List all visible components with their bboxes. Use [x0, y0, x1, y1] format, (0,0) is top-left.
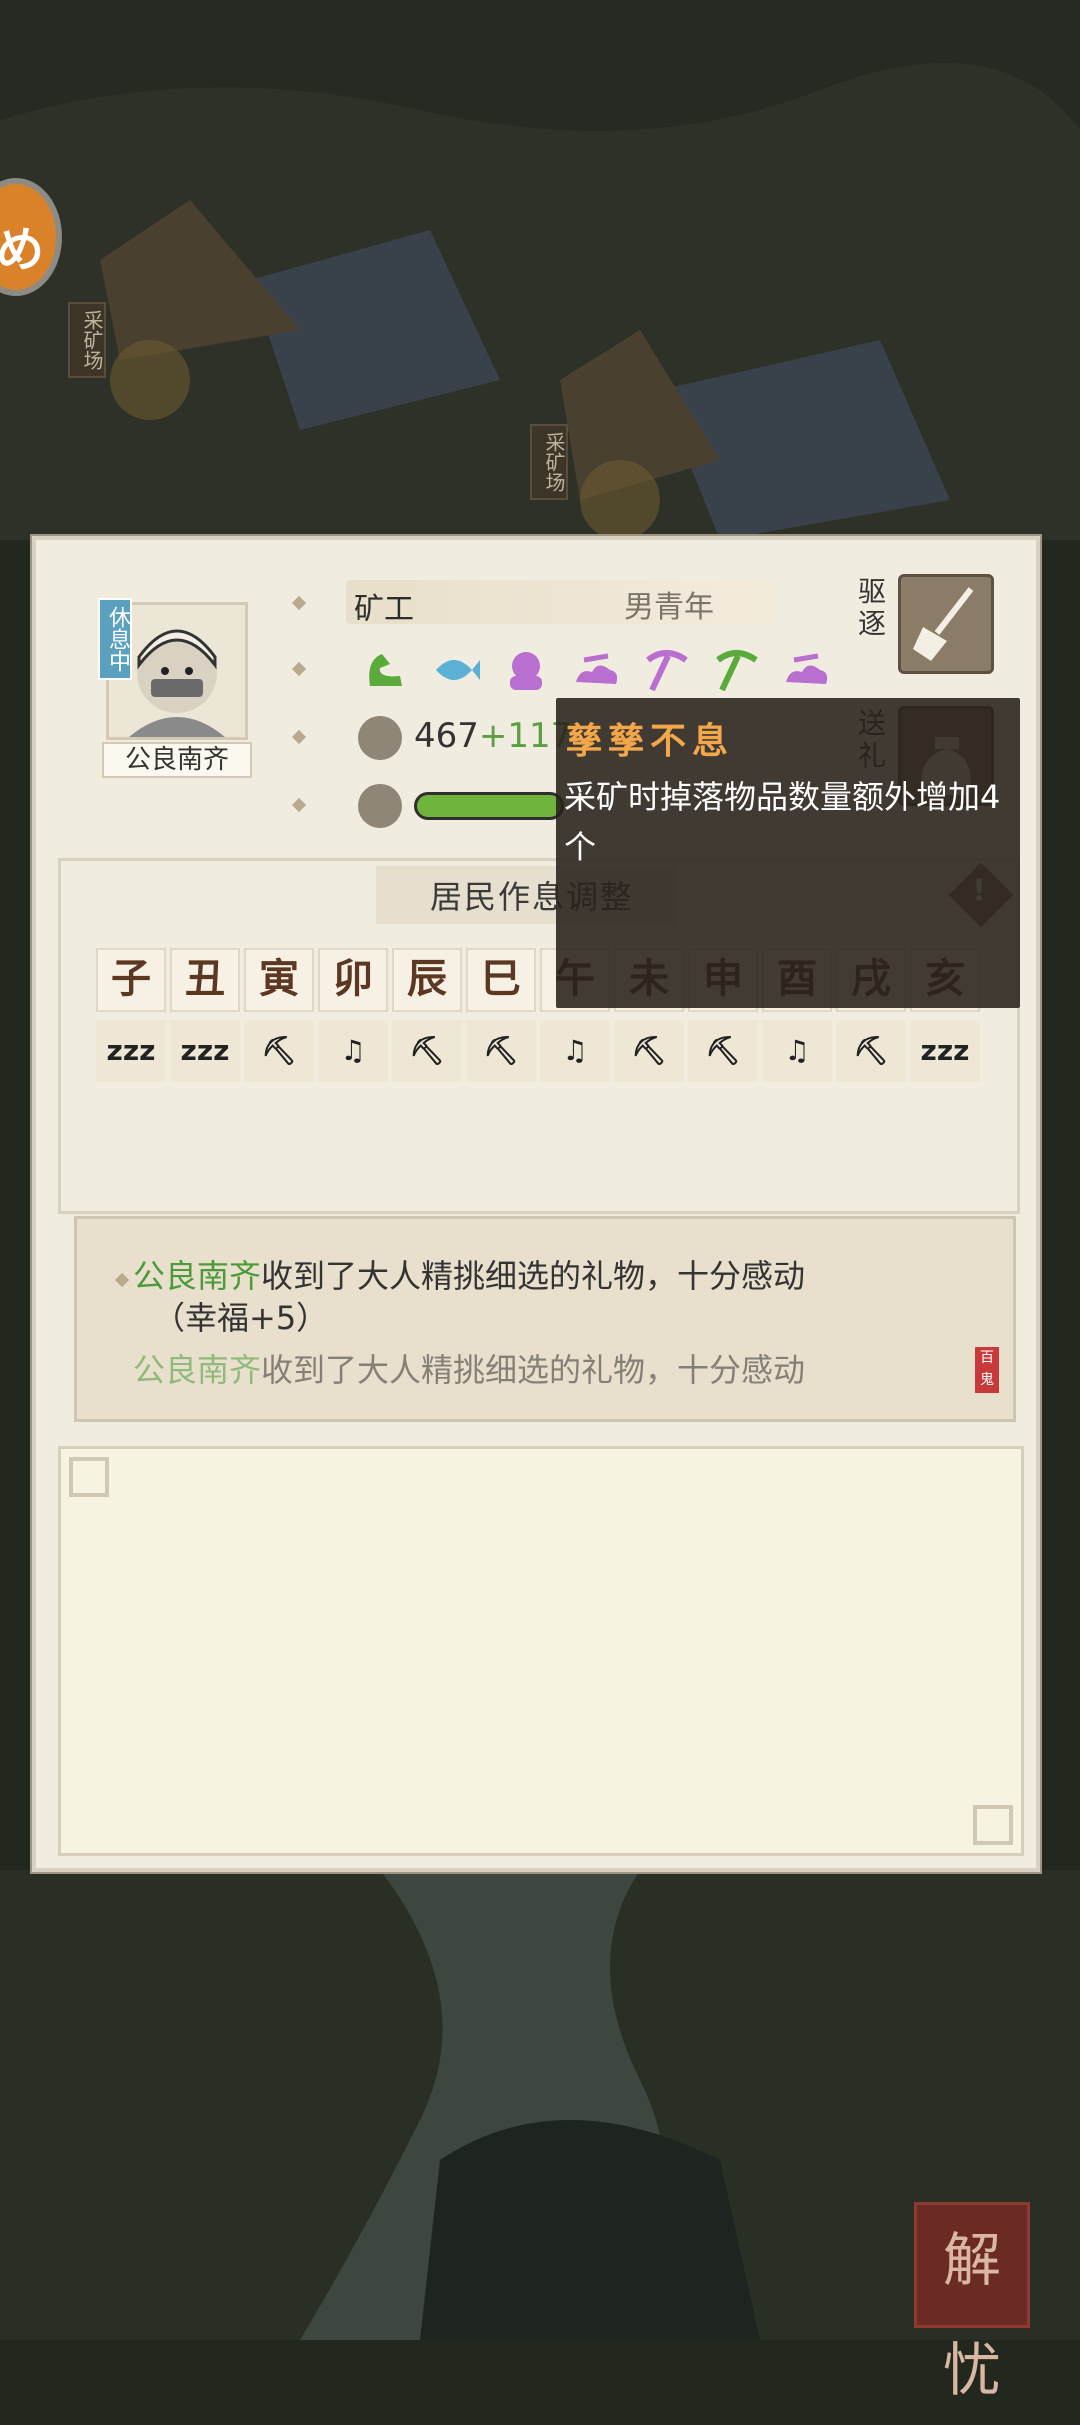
mine-sign: 采矿场 [68, 302, 106, 378]
mining-cloud-icon[interactable] [570, 646, 622, 694]
broom-icon [913, 587, 974, 661]
expel-button[interactable] [898, 574, 994, 674]
resident-name: 公良南齐 [102, 742, 252, 778]
log-seal: 百鬼 [975, 1347, 999, 1393]
deity-icon[interactable] [500, 646, 552, 694]
log-effect: （幸福+5） [153, 1299, 329, 1337]
expel-label: 驱逐 [857, 575, 886, 640]
log-text: 收到了大人精挑细选的礼物，十分感动 [261, 1351, 806, 1389]
row-bullet [291, 661, 307, 677]
tooltip-title: 孳孳不息 [566, 721, 735, 762]
corner-ornament [973, 1805, 1013, 1845]
event-log[interactable]: 公良南齐收到了大人精挑细选的礼物，十分感动 （幸福+5） 公良南齐收到了大人精挑… [74, 1216, 1016, 1422]
work-pickaxe-icon[interactable]: ⛏ [466, 1020, 536, 1082]
log-resident-name: 公良南齐 [133, 1351, 262, 1389]
work-pickaxe-icon[interactable]: ⛏ [836, 1020, 906, 1082]
power-value: 467 [414, 716, 479, 756]
row-bullet [291, 595, 307, 611]
trait-list [360, 646, 832, 694]
pickaxe-green-icon[interactable] [710, 646, 762, 694]
side-menu-glyph: め [0, 222, 45, 278]
strength-icon[interactable] [360, 646, 412, 694]
tooltip-description: 采矿时掉落物品数量额外增加4个 [564, 778, 1001, 866]
work-pickaxe-icon[interactable]: ⛏ [614, 1020, 684, 1082]
row-bullet [291, 729, 307, 745]
power-stat: 467+117 [414, 716, 572, 756]
hour-cell[interactable]: 子 [96, 948, 166, 1012]
power-icon [358, 716, 402, 760]
work-pickaxe-icon[interactable]: ⛏ [392, 1020, 462, 1082]
leisure-icon[interactable]: ♫ [318, 1020, 388, 1082]
log-text: 收到了大人精挑细选的礼物，十分感动 [261, 1257, 806, 1295]
age-label: 男青年 [624, 590, 714, 625]
hour-cell[interactable]: 丑 [170, 948, 240, 1012]
corner-ornament [69, 1457, 109, 1497]
mining-cloud-icon[interactable] [780, 646, 832, 694]
hour-cell[interactable]: 寅 [244, 948, 314, 1012]
happiness-bar [414, 792, 564, 820]
pickaxe-icon[interactable] [640, 646, 692, 694]
work-pickaxe-icon[interactable]: ⛏ [244, 1020, 314, 1082]
fish-icon[interactable] [430, 646, 482, 694]
leisure-icon[interactable]: ♫ [540, 1020, 610, 1082]
log-resident-name: 公良南齐 [133, 1257, 262, 1295]
help-seal-button[interactable]: 解忧 [914, 2202, 1030, 2404]
leisure-icon[interactable]: ♫ [762, 1020, 832, 1082]
log-bullet [114, 1272, 130, 1288]
hour-cell[interactable]: 辰 [392, 948, 462, 1012]
sleep-icon[interactable]: zzz [910, 1020, 980, 1082]
status-badge: 休息中 [98, 598, 132, 680]
hour-cell[interactable]: 巳 [466, 948, 536, 1012]
hour-cell[interactable]: 卯 [318, 948, 388, 1012]
content-area [58, 1446, 1024, 1856]
row-bullet [291, 797, 307, 813]
log-entry: 公良南齐收到了大人精挑细选的礼物，十分感动 [133, 1349, 805, 1391]
heart-icon [358, 784, 402, 828]
log-entry: 公良南齐收到了大人精挑细选的礼物，十分感动 [133, 1255, 805, 1297]
sleep-icon[interactable]: zzz [96, 1020, 166, 1082]
activity-row: zzz zzz ⛏ ♫ ⛏ ⛏ ♫ ⛏ ⛏ ♫ ⛏ zzz [96, 1020, 980, 1082]
sleep-icon[interactable]: zzz [170, 1020, 240, 1082]
mine-sign: 采矿场 [530, 424, 568, 500]
trait-tooltip: 孳孳不息 采矿时掉落物品数量额外增加4个 [556, 698, 1020, 1008]
work-pickaxe-icon[interactable]: ⛏ [688, 1020, 758, 1082]
job-label: 矿工 [354, 592, 414, 627]
